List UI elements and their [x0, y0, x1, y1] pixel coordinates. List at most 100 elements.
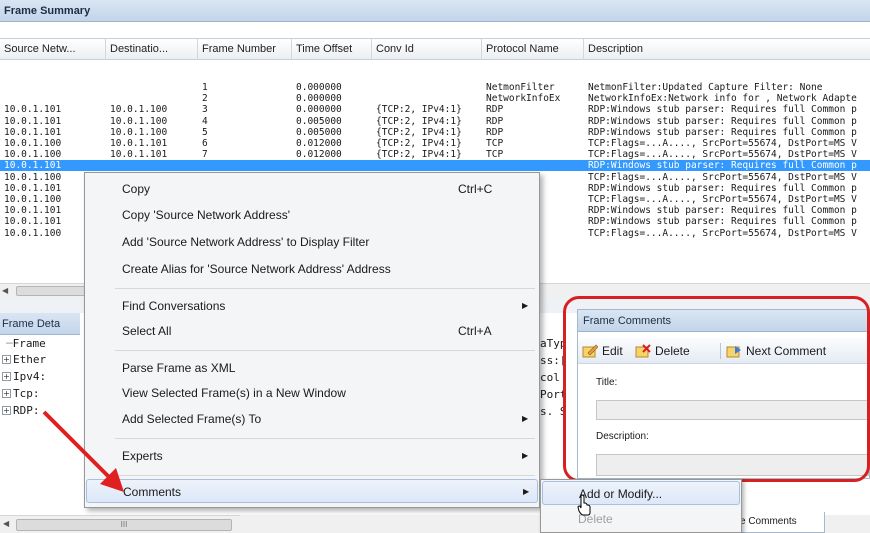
context-menu: Copy Ctrl+C Copy 'Source Network Address'… [84, 172, 540, 508]
table-cell-desc: RDP:Windows stub parser: Requires full C… [588, 160, 857, 172]
menu-separator [115, 350, 535, 351]
tree-item-rdp[interactable]: + RDP: [2, 403, 40, 418]
frame-summary-header: Source Netw... Destinatio... Frame Numbe… [0, 38, 870, 60]
table-cell-conv: {TCP:2, IPv4:1} [376, 149, 462, 161]
menu-label: Find Conversations [122, 299, 226, 313]
menu-label: Add 'Source Network Address' to Display … [122, 235, 370, 249]
tree-item-tcp[interactable]: + Tcp: [2, 386, 40, 401]
highlight-oval [563, 296, 870, 482]
menu-item-parse-frame-xml[interactable]: Parse Frame as XML [86, 356, 538, 380]
table-cell-dst: 10.0.1.100 [110, 104, 168, 116]
table-cell-time: 0.012000 [296, 138, 342, 149]
table-cell-proto: RDP [486, 115, 504, 127]
menu-label: Create Alias for 'Source Network Address… [122, 262, 391, 276]
menu-item-experts[interactable]: Experts ▶ [86, 444, 538, 468]
table-cell-dst: 10.0.1.101 [110, 149, 168, 161]
table-row[interactable]: 2 0.000000 NetworkInfoEx NetworkInfoEx:Netw… [0, 93, 870, 104]
expand-icon[interactable]: + [2, 406, 11, 415]
scroll-left-icon[interactable]: ◀ [2, 286, 12, 296]
table-cell-num: 4 [202, 115, 208, 127]
table-cell-proto: TCP [486, 138, 504, 149]
column-header-source[interactable]: Source Netw... [0, 39, 106, 60]
menu-item-view-new-window[interactable]: View Selected Frame(s) in a New Window [86, 381, 538, 405]
table-cell-src: 10.0.1.101 [4, 115, 62, 127]
column-header-time-offset[interactable]: Time Offset [292, 39, 372, 60]
table-cell-proto: RDP [486, 126, 504, 138]
tree-label: Ipv4: [13, 370, 47, 383]
menu-item-comments[interactable]: Comments ▶ [86, 479, 538, 503]
menu-item-create-alias[interactable]: Create Alias for 'Source Network Address… [86, 257, 538, 281]
table-cell-desc: TCP:Flags=...A...., SrcPort=55674, DstPo… [588, 149, 857, 161]
table-row[interactable]: 1 0.000000 NetmonFilter NetmonFilter:Update… [0, 82, 870, 93]
tree-label: Ether [13, 353, 47, 366]
tree-label: Tcp: [13, 387, 40, 400]
menu-label: Parse Frame as XML [122, 361, 236, 375]
table-row[interactable]: 10.0.1.100 10.0.1.101 6 0.012000 {TCP:2, IPv… [0, 138, 870, 149]
table-row[interactable]: 10.0.1.100 10.0.1.101 7 0.012000 {TCP:2, IPv… [0, 149, 870, 160]
submenu-arrow-icon: ▶ [523, 487, 530, 496]
table-cell-num: 7 [202, 149, 208, 161]
expand-icon[interactable]: + [2, 372, 11, 381]
table-cell-num: 5 [202, 126, 208, 138]
column-header-frame-number[interactable]: Frame Number [198, 39, 292, 60]
column-header-destination[interactable]: Destinatio... [106, 39, 198, 60]
menu-item-find-conversations[interactable]: Find Conversations ▶ [86, 294, 538, 318]
expand-icon[interactable]: + [2, 389, 11, 398]
expand-icon[interactable]: + [2, 355, 11, 364]
table-cell-desc: TCP:Flags=...A...., SrcPort=55674, DstPo… [588, 171, 857, 183]
shortcut-label: Ctrl+C [458, 182, 493, 196]
menu-item-copy-source-address[interactable]: Copy 'Source Network Address' [86, 203, 538, 227]
table-row[interactable]: 10.0.1.101 10.0.1.100 5 0.005000 {TCP:2, IPv… [0, 127, 870, 138]
scroll-thumb[interactable]: III [16, 519, 232, 531]
table-cell-src: 10.0.1.101 [4, 126, 62, 138]
frame-summary-title: Frame Summary [0, 0, 870, 22]
table-cell-dst: 10.0.1.100 [110, 126, 168, 138]
table-cell-desc: RDP:Windows stub parser: Requires full C… [588, 205, 857, 217]
table-cell-time: 0.005000 [296, 115, 342, 127]
hex-fragment: col [540, 371, 560, 384]
menu-item-add-to-display-filter[interactable]: Add 'Source Network Address' to Display … [86, 230, 538, 254]
tree-label: Frame [12, 337, 46, 350]
table-cell-dst: 10.0.1.100 [110, 115, 168, 127]
table-row[interactable]: 10.0.1.101 RDP:Windows stub parser: Requi… [0, 160, 870, 172]
menu-item-add-selected-frames[interactable]: Add Selected Frame(s) To ▶ [86, 407, 538, 431]
column-header-protocol[interactable]: Protocol Name [482, 39, 584, 60]
tree-item-ethernet[interactable]: + Ether [2, 352, 46, 367]
submenu-item-add-or-modify[interactable]: Add or Modify... [542, 481, 740, 505]
tab-frame-comments[interactable]: e Comments [733, 512, 825, 533]
table-cell-conv: {TCP:2, IPv4:1} [376, 115, 462, 127]
red-arrow-icon [42, 410, 124, 492]
table-cell-time: 0.000000 [296, 93, 342, 105]
tree-item-ipv4[interactable]: + Ipv4: [2, 369, 46, 384]
table-cell-desc: RDP:Windows stub parser: Requires full C… [588, 182, 857, 194]
submenu-arrow-icon: ▶ [522, 414, 529, 423]
table-cell-dst: 10.0.1.101 [110, 138, 168, 149]
column-header-description[interactable]: Description [584, 39, 870, 60]
table-cell-time: 0.005000 [296, 126, 342, 138]
submenu-arrow-icon: ▶ [522, 451, 529, 460]
table-cell-proto: RDP [486, 104, 504, 116]
column-header-conv-id[interactable]: Conv Id [372, 39, 482, 60]
table-cell-time: 0.012000 [296, 149, 342, 161]
shortcut-label: Ctrl+A [458, 324, 492, 338]
hand-cursor-icon [577, 494, 591, 516]
table-row[interactable]: 10.0.1.101 10.0.1.100 4 0.005000 {TCP:2, IPv… [0, 116, 870, 127]
table-cell-desc: NetmonFilter:Updated Capture Filter: Non… [588, 82, 823, 93]
table-cell-src: 10.0.1.101 [4, 160, 62, 172]
tree-label: RDP: [13, 404, 40, 417]
menu-label: Select All [122, 324, 172, 338]
scroll-left-icon[interactable]: ◀ [3, 519, 9, 528]
menu-item-select-all[interactable]: Select All Ctrl+A [86, 319, 538, 343]
table-row[interactable]: 10.0.1.101 10.0.1.100 3 0.000000 {TCP:2, IPv… [0, 104, 870, 115]
tree-item-frame[interactable]: ─Frame [6, 336, 46, 351]
table-cell-proto: NetmonFilter [486, 82, 555, 93]
table-cell-conv: {TCP:2, IPv4:1} [376, 138, 462, 149]
frame-details-title: Frame Deta [0, 313, 80, 335]
submenu-arrow-icon: ▶ [522, 301, 529, 310]
menu-item-copy[interactable]: Copy Ctrl+C [86, 177, 538, 201]
menu-label: Copy [122, 182, 151, 196]
menu-label: Add Selected Frame(s) To [122, 412, 262, 426]
table-cell-num: 3 [202, 104, 208, 116]
comments-submenu: Add or Modify... Delete [540, 479, 742, 533]
details-horizontal-scrollbar[interactable]: ◀ III [0, 515, 240, 533]
